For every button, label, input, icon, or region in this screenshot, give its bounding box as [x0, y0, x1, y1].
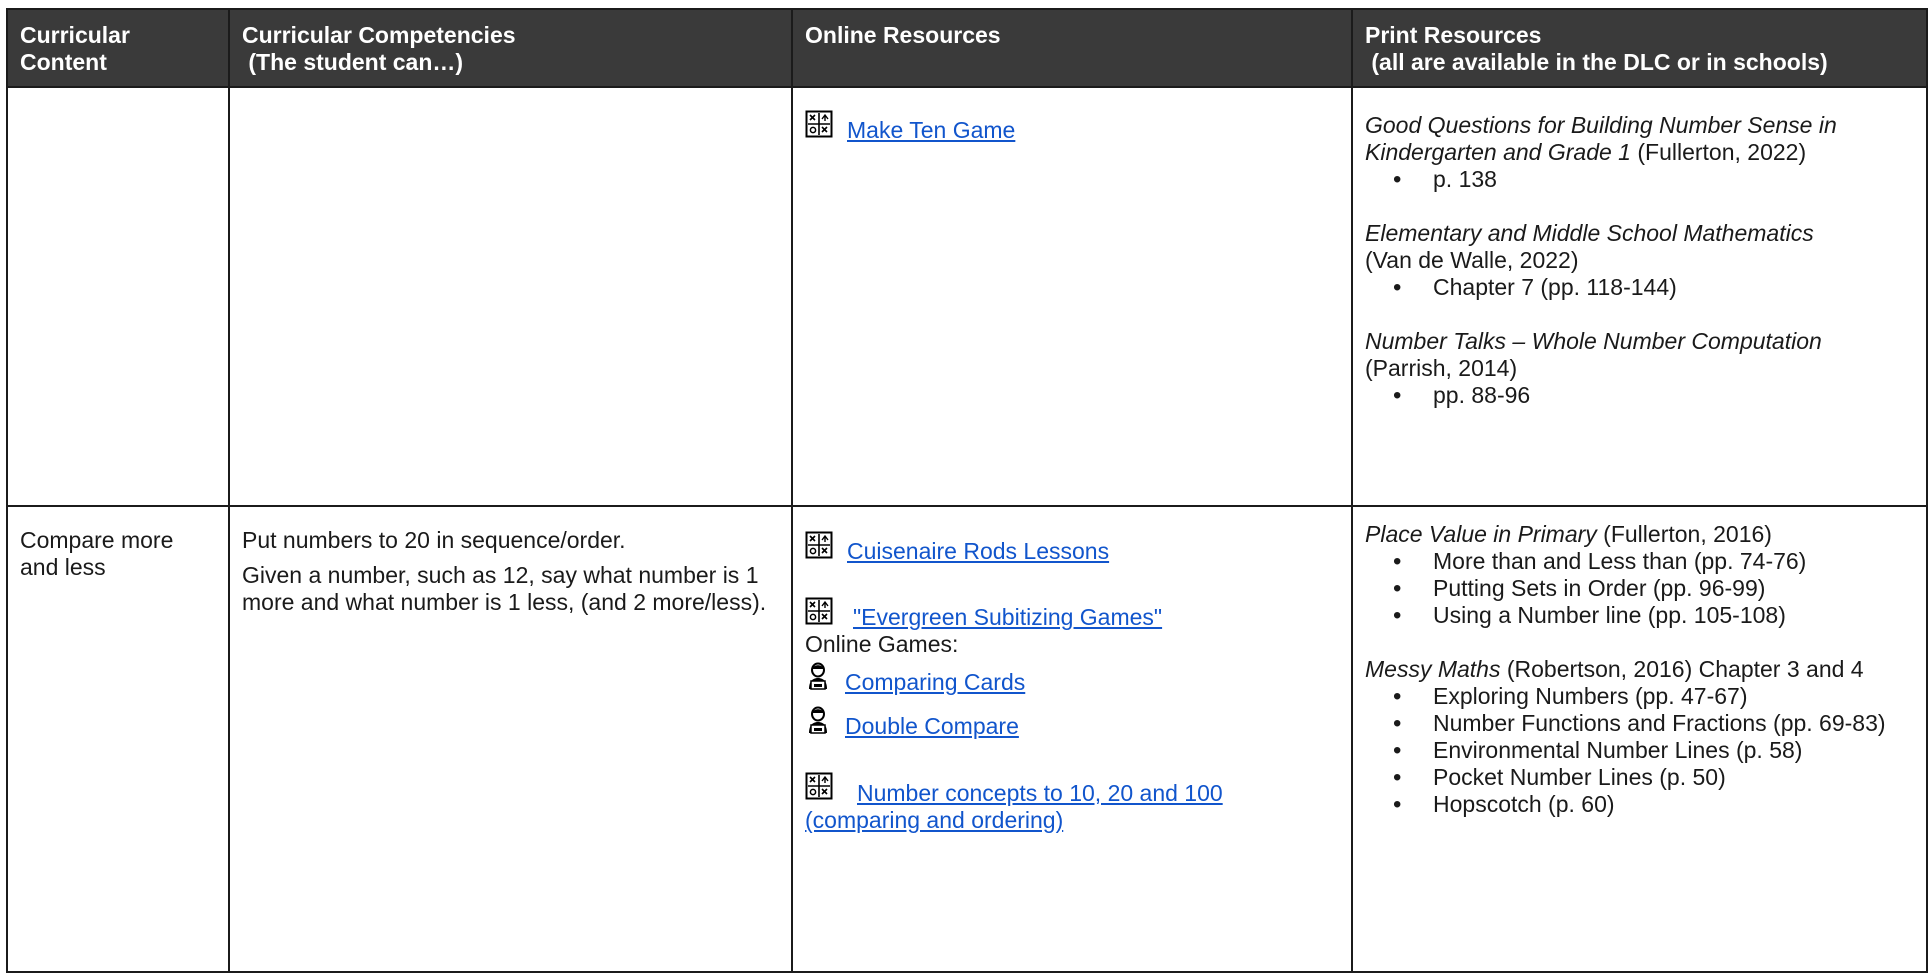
- math-symbols-icon: [805, 110, 833, 144]
- resource-double-compare: Double Compare: [805, 706, 1339, 740]
- table-row: Compare more and less Put numbers to 20 …: [6, 505, 1928, 973]
- table-row: Make Ten Game Good Questions for Buildin…: [6, 86, 1928, 507]
- header-curricular-content: Curricular Content: [6, 8, 230, 88]
- list-item: Hopscotch (p. 60): [1393, 791, 1914, 818]
- print-resource-good-questions: Good Questions for Building Number Sense…: [1365, 112, 1837, 165]
- bullet-list: Chapter 7 (pp. 118-144): [1365, 274, 1914, 301]
- cell-curricular-competencies: Put numbers to 20 in sequence/order. Giv…: [228, 505, 793, 973]
- bullet-list: Exploring Numbers (pp. 47-67) Number Fun…: [1365, 683, 1914, 818]
- cell-online-resources: Cuisenaire Rods Lessons "Evergreen Subit…: [791, 505, 1353, 973]
- cell-print-resources: Good Questions for Building Number Sense…: [1351, 86, 1928, 507]
- person-at-computer-icon: [805, 706, 831, 740]
- math-symbols-icon: [805, 597, 833, 631]
- list-item: Exploring Numbers (pp. 47-67): [1393, 683, 1914, 710]
- evergreen-subitizing-games-link[interactable]: "Evergreen Subitizing Games": [853, 604, 1162, 631]
- resource-number-concepts: Number concepts to 10, 20 and 100 (compa…: [805, 772, 1339, 834]
- table-header-row: Curricular Content Curricular Competenci…: [6, 8, 1928, 88]
- print-resource-number-talks: Number Talks – Whole Number Computation(…: [1365, 328, 1822, 381]
- header-print-resources: Print Resources (all are available in th…: [1351, 8, 1928, 88]
- list-item: Putting Sets in Order (pp. 96-99): [1393, 575, 1914, 602]
- bullet-list: pp. 88-96: [1365, 382, 1914, 409]
- bullet-list: More than and Less than (pp. 74-76) Putt…: [1365, 548, 1914, 629]
- list-item: Using a Number line (pp. 105-108): [1393, 602, 1914, 629]
- online-games-label: Online Games:: [805, 631, 959, 657]
- list-item: Environmental Number Lines (p. 58): [1393, 737, 1914, 764]
- competency-sequence: Put numbers to 20 in sequence/order.: [242, 527, 626, 553]
- header-online-resources: Online Resources: [791, 8, 1353, 88]
- math-symbols-icon: [805, 531, 833, 565]
- cuisenaire-rods-lessons-link[interactable]: Cuisenaire Rods Lessons: [847, 538, 1109, 565]
- comparing-cards-link[interactable]: Comparing Cards: [845, 669, 1025, 696]
- resource-make-ten: Make Ten Game: [805, 110, 1339, 144]
- list-item: p. 138: [1393, 166, 1914, 193]
- cell-curricular-content: Compare more and less: [6, 505, 230, 973]
- list-item: pp. 88-96: [1393, 382, 1914, 409]
- print-resource-messy-maths: Messy Maths (Robertson, 2016) Chapter 3 …: [1365, 656, 1864, 682]
- resource-comparing-cards: Comparing Cards: [805, 662, 1339, 696]
- list-item: More than and Less than (pp. 74-76): [1393, 548, 1914, 575]
- cell-online-resources: Make Ten Game: [791, 86, 1353, 507]
- list-item: Pocket Number Lines (p. 50): [1393, 764, 1914, 791]
- cell-competencies-empty: [228, 86, 793, 507]
- person-at-computer-icon: [805, 662, 831, 696]
- print-resource-van-de-walle: Elementary and Middle School Mathematics…: [1365, 220, 1814, 273]
- math-symbols-icon: [805, 772, 833, 806]
- list-item: Chapter 7 (pp. 118-144): [1393, 274, 1914, 301]
- competency-more-less: Given a number, such as 12, say what num…: [242, 562, 767, 615]
- double-compare-link[interactable]: Double Compare: [845, 713, 1019, 740]
- resource-evergreen: "Evergreen Subitizing Games": [805, 597, 1339, 631]
- cell-print-resources: Place Value in Primary (Fullerton, 2016)…: [1351, 505, 1928, 973]
- print-resource-place-value: Place Value in Primary (Fullerton, 2016): [1365, 521, 1772, 547]
- bullet-list: p. 138: [1365, 166, 1914, 193]
- make-ten-game-link[interactable]: Make Ten Game: [847, 117, 1015, 144]
- list-item: Number Functions and Fractions (pp. 69-8…: [1393, 710, 1914, 737]
- resource-cuisenaire: Cuisenaire Rods Lessons: [805, 531, 1339, 565]
- header-curricular-competencies: Curricular Competencies (The student can…: [228, 8, 793, 88]
- number-concepts-link[interactable]: Number concepts to 10, 20 and 100 (compa…: [805, 776, 1339, 834]
- curriculum-table: Curricular Content Curricular Competenci…: [6, 8, 1928, 973]
- cell-content-empty: [6, 86, 230, 507]
